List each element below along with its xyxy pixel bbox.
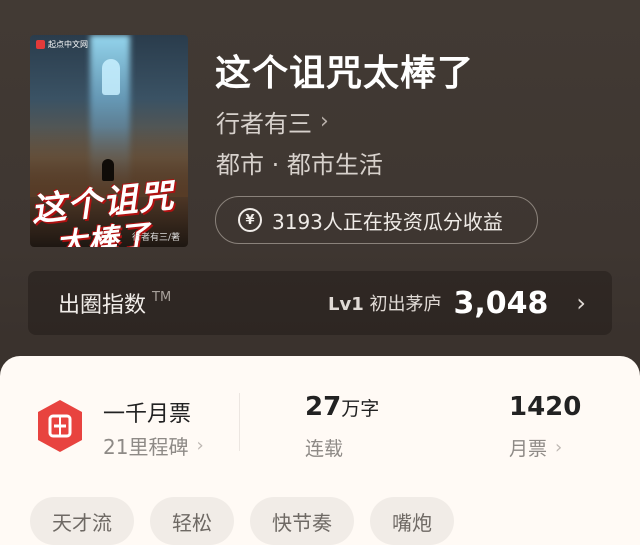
index-label: 出圈指数 <box>58 293 147 318</box>
word-count-number: 27 <box>305 392 342 422</box>
milestone-link[interactable]: 21里程碑 › <box>103 431 204 460</box>
ticket-milestone-title: 一千月票 <box>103 402 192 427</box>
milestone-text: 21里程碑 <box>103 435 189 459</box>
monthly-ticket-badge-icon <box>38 400 82 452</box>
tag-chip[interactable]: 快节奏 <box>250 497 354 545</box>
index-value: 3,048 <box>453 285 549 321</box>
chevron-right-icon: › <box>555 437 563 458</box>
author-link[interactable]: 行者有三 › <box>216 104 329 139</box>
invest-text: 3193人正在投资瓜分收益 <box>272 209 503 234</box>
tag-list: 天才流 轻松 快节奏 嘴炮 <box>30 497 454 545</box>
cover-brand-text: 起点中文网 <box>48 40 88 49</box>
index-level: Lv1 初出茅庐 <box>328 290 441 316</box>
popularity-index-bar[interactable]: 出圈指数 TM Lv1 初出茅庐 3,048 › <box>28 271 612 335</box>
stats-divider <box>239 393 240 451</box>
monthly-ticket-count: 1420 <box>509 392 582 422</box>
chevron-right-icon: › <box>576 289 586 317</box>
level-code: Lv1 <box>328 294 364 315</box>
word-count: 27万字 <box>305 392 379 422</box>
chevron-right-icon: › <box>320 109 329 134</box>
brand-logo-icon <box>36 40 45 49</box>
index-summary: Lv1 初出茅庐 3,048 › <box>328 286 586 321</box>
tag-chip[interactable]: 轻松 <box>150 497 234 545</box>
book-title: 这个诅咒太棒了 <box>215 53 475 94</box>
trademark-mark: TM <box>152 289 172 305</box>
level-name: 初出茅庐 <box>369 294 442 315</box>
author-name: 行者有三 <box>216 110 312 138</box>
monthly-ticket-link[interactable]: 月票 › <box>509 434 562 461</box>
book-category: 都市 · 都市生活 <box>216 151 383 179</box>
cover-floating-figure <box>102 59 120 95</box>
invest-button[interactable]: ¥ 3193人正在投资瓜分收益 <box>215 196 538 244</box>
chevron-right-icon: › <box>196 435 204 456</box>
cover-brand: 起点中文网 <box>36 39 88 50</box>
tag-chip[interactable]: 天才流 <box>30 497 134 545</box>
yen-icon: ¥ <box>238 208 262 232</box>
monthly-ticket-label: 月票 <box>509 438 548 460</box>
cover-author-tag: 行者有三/著 <box>131 233 180 243</box>
word-count-unit: 万字 <box>341 398 380 420</box>
tag-chip[interactable]: 嘴炮 <box>370 497 454 545</box>
book-cover[interactable]: 起点中文网 这个诅咒 太棒了 行者有三/著 <box>30 35 188 247</box>
serial-status: 连载 <box>305 438 344 460</box>
